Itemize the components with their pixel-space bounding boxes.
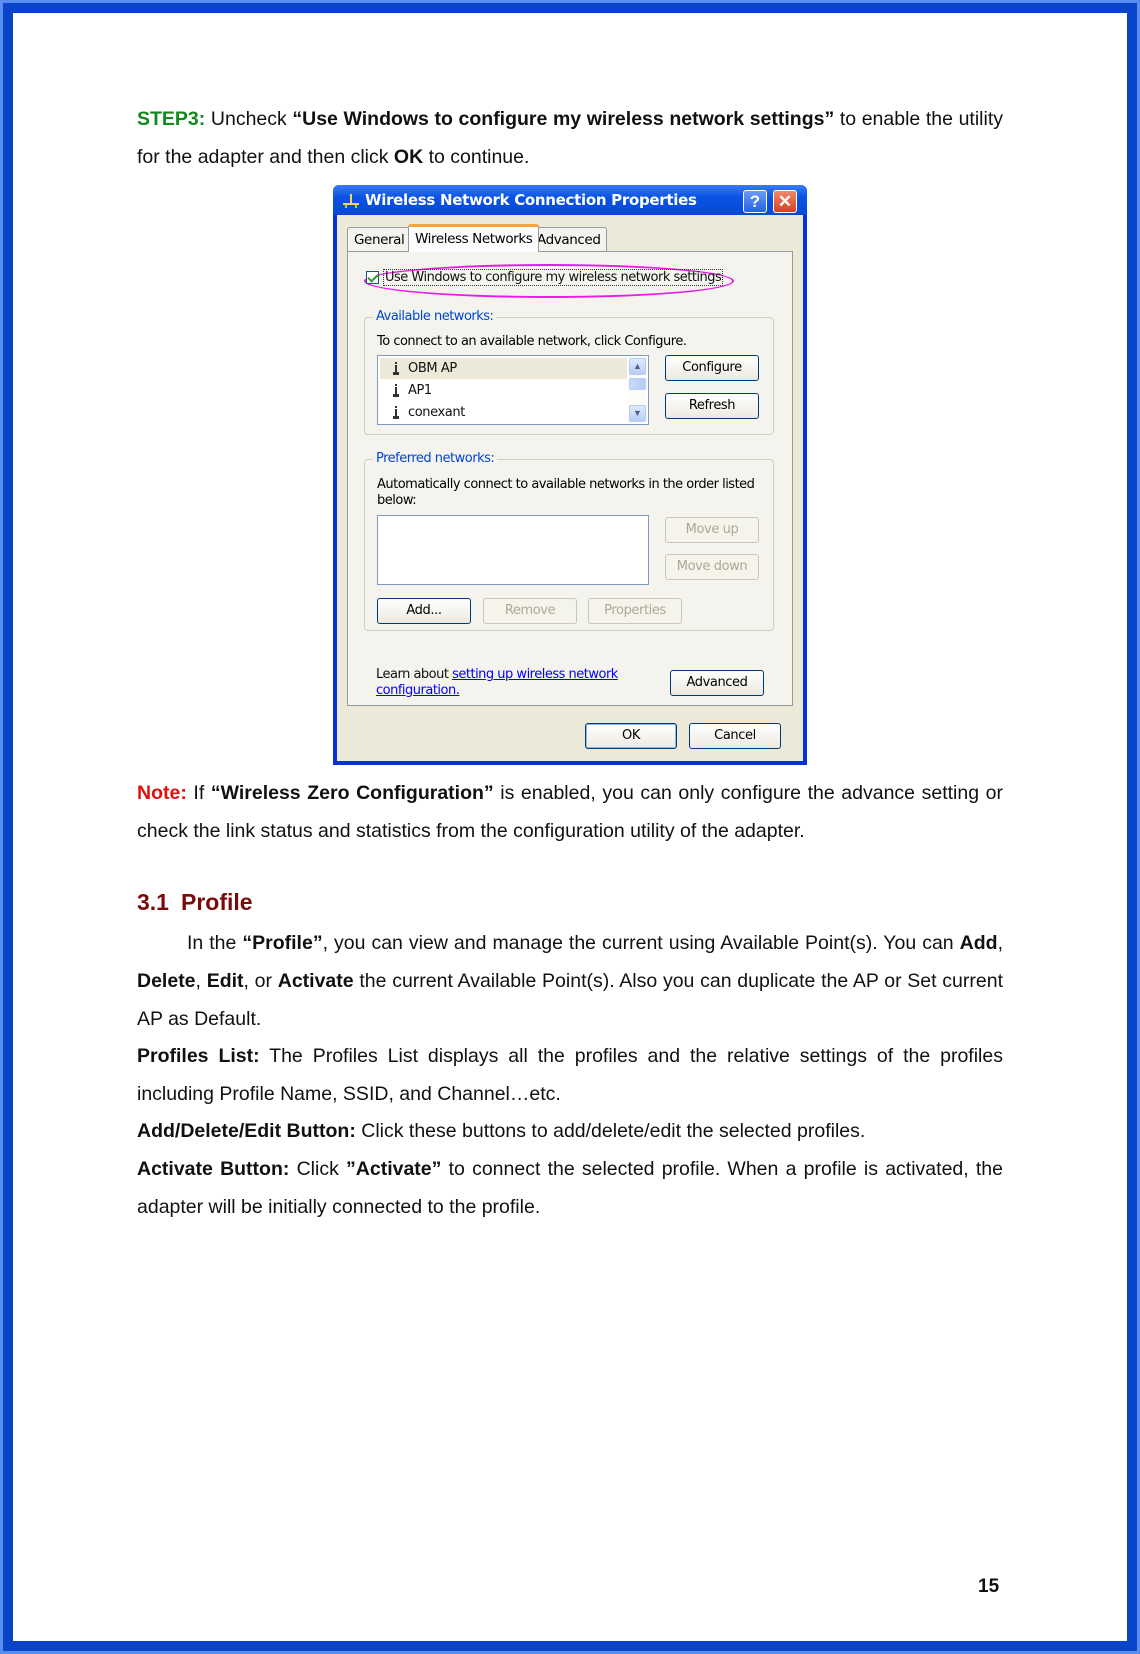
profile-intro-paragraph: In the “Profile”, you can view and manag… xyxy=(137,932,1003,1030)
add-button[interactable]: Add... xyxy=(377,598,471,624)
section-title: Profile xyxy=(180,889,253,915)
profiles-list-label: Profiles List: xyxy=(137,1045,260,1067)
move-down-button[interactable]: Move down xyxy=(665,554,759,580)
learn-about-text: Learn about setting up wireless network … xyxy=(376,667,618,698)
page-number: 15 xyxy=(978,1576,1000,1597)
option-name: “Use Windows to configure my wireless ne… xyxy=(292,108,835,130)
network-item[interactable]: conexant xyxy=(380,402,627,423)
antenna-icon xyxy=(393,384,399,397)
tab-wireless-networks[interactable]: Wireless Networks xyxy=(408,224,540,252)
dialog-body: General Wireless Networks Advanced Use W… xyxy=(337,215,803,761)
profiles-list-paragraph: Profiles List: The Profiles List display… xyxy=(137,1045,1003,1105)
available-instructions: To connect to an available network, clic… xyxy=(377,334,687,349)
dialog-title: Wireless Network Connection Properties xyxy=(365,191,697,209)
help-button[interactable]: ? xyxy=(743,190,767,213)
network-item[interactable]: OBM AP xyxy=(380,358,627,379)
section-heading: 3.1 Profile xyxy=(137,889,253,916)
use-windows-checkbox-label[interactable]: Use Windows to configure my wireless net… xyxy=(382,269,724,286)
note-paragraph: Note: If “Wireless Zero Configuration” i… xyxy=(137,782,1004,842)
dialog-title-bar: Wireless Network Connection Properties ?… xyxy=(333,185,807,215)
configure-button[interactable]: Configure xyxy=(665,355,759,381)
network-item[interactable]: AP1 xyxy=(380,380,627,401)
activate-label: Activate Button: xyxy=(137,1158,290,1180)
wireless-properties-dialog: Wireless Network Connection Properties ?… xyxy=(333,185,807,765)
add-delete-edit-paragraph: Add/Delete/Edit Button: Click these butt… xyxy=(137,1120,866,1142)
section-number: 3.1 xyxy=(137,889,169,915)
antenna-icon xyxy=(393,362,399,375)
preferred-networks-group: Preferred networks: Automatically connec… xyxy=(364,451,774,631)
available-networks-group: Available networks: To connect to an ava… xyxy=(364,309,774,435)
use-windows-checkbox[interactable] xyxy=(366,271,379,284)
wzc-name: “Wireless Zero Configuration” xyxy=(210,782,494,804)
available-networks-list[interactable]: OBM AP AP1 conexant ▲ ▼ xyxy=(377,355,649,425)
scroll-down-icon[interactable]: ▼ xyxy=(629,405,646,422)
antenna-icon xyxy=(393,406,399,419)
move-up-button[interactable]: Move up xyxy=(665,517,759,543)
cancel-button[interactable]: Cancel xyxy=(689,723,781,749)
refresh-button[interactable]: Refresh xyxy=(665,393,759,419)
step3-paragraph: STEP3: Uncheck “Use Windows to configure… xyxy=(137,108,1004,168)
activate-paragraph: Activate Button: Click ”Activate” to con… xyxy=(137,1158,1003,1218)
tab-general[interactable]: General xyxy=(347,227,412,251)
preferred-networks-legend: Preferred networks: xyxy=(373,451,498,466)
ok-ref: OK xyxy=(393,146,424,168)
remove-button[interactable]: Remove xyxy=(483,598,577,624)
scroll-up-icon[interactable]: ▲ xyxy=(629,358,646,375)
step3-label: STEP3: xyxy=(137,108,206,130)
available-networks-legend: Available networks: xyxy=(373,309,497,324)
list-scrollbar[interactable]: ▲ ▼ xyxy=(628,357,647,423)
close-button[interactable]: ✕ xyxy=(773,190,797,213)
tab-advanced[interactable]: Advanced xyxy=(530,227,608,251)
ok-button[interactable]: OK xyxy=(585,723,677,749)
add-delete-edit-label: Add/Delete/Edit Button: xyxy=(137,1120,356,1142)
preferred-networks-list[interactable] xyxy=(377,515,649,585)
advanced-button[interactable]: Advanced xyxy=(670,670,764,696)
preferred-instructions: Automatically connect to available netwo… xyxy=(377,477,755,508)
wireless-networks-panel: Use Windows to configure my wireless net… xyxy=(347,251,793,706)
note-label: Note: xyxy=(137,782,187,804)
scroll-thumb[interactable] xyxy=(629,378,646,390)
network-connection-icon xyxy=(343,194,359,208)
properties-button[interactable]: Properties xyxy=(588,598,682,624)
